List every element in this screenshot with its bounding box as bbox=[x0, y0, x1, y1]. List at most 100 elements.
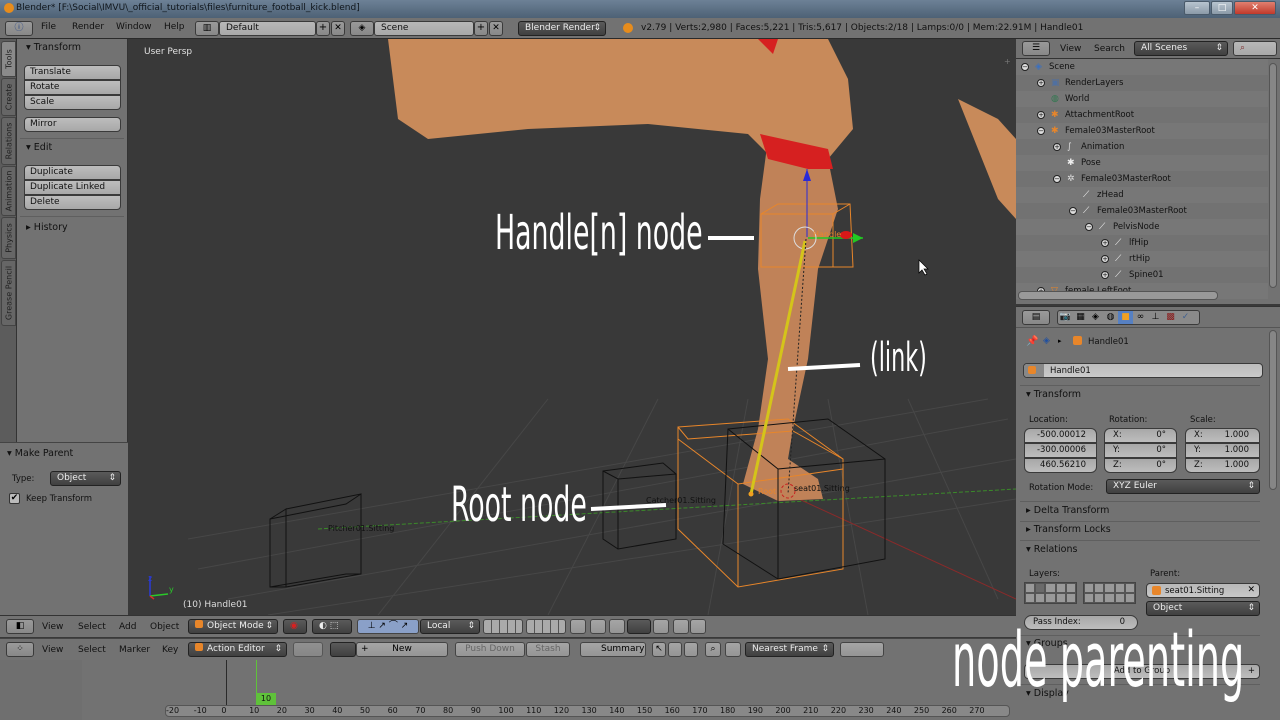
frame-ruler[interactable]: -20 -10 0 10 20 30 40 50 60 70 80 90 100 110 120 130 140… bbox=[165, 705, 1010, 717]
keep-transform-checkbox[interactable]: ✔ bbox=[9, 493, 20, 504]
pivot-point-select[interactable]: ◐ ⬚ bbox=[312, 619, 352, 634]
collapse-icon[interactable]: − bbox=[1053, 175, 1061, 183]
maximize-button[interactable]: □ bbox=[1211, 1, 1233, 15]
outliner-row[interactable]: + ⟋ lfHip bbox=[1016, 235, 1268, 251]
screen-layout-browse[interactable]: ▥ bbox=[195, 21, 219, 36]
proportional-edit-button[interactable] bbox=[590, 619, 606, 634]
menu-file[interactable]: File bbox=[41, 22, 56, 32]
parent-type-select[interactable]: Object ⇕ bbox=[50, 471, 121, 486]
action-menu-view[interactable]: View bbox=[42, 645, 63, 655]
only-selected-button[interactable]: ↖ bbox=[652, 642, 666, 657]
location-y-field[interactable]: -300.00006 bbox=[1024, 443, 1097, 458]
outliner-search-input[interactable]: ⌕ bbox=[1233, 41, 1277, 56]
outliner-row[interactable]: − ✱ Female03MasterRoot bbox=[1016, 123, 1268, 139]
relations-header[interactable]: ▾ Relations bbox=[1026, 544, 1077, 555]
layers-selector-1[interactable] bbox=[483, 619, 523, 634]
editor-type-info-button[interactable]: ⓘ bbox=[5, 21, 33, 36]
render-preview-button[interactable] bbox=[673, 619, 689, 634]
layers-grid-left[interactable] bbox=[1024, 582, 1077, 604]
screen-layout-field[interactable]: Default bbox=[219, 21, 316, 36]
mode-select[interactable]: Object Mode ⇕ bbox=[188, 619, 278, 634]
outliner-row[interactable]: + ✱ AttachmentRoot bbox=[1016, 107, 1268, 123]
expand-icon[interactable]: + bbox=[1101, 239, 1109, 247]
action-menu-marker[interactable]: Marker bbox=[119, 645, 150, 655]
action-menu-key[interactable]: Key bbox=[162, 645, 178, 655]
collapse-icon[interactable]: − bbox=[1037, 127, 1045, 135]
only-errors-button[interactable] bbox=[684, 642, 698, 657]
delete-button[interactable]: Delete bbox=[24, 195, 121, 210]
scale-button[interactable]: Scale bbox=[24, 95, 121, 110]
tab-grease-pencil[interactable]: Grease Pencil bbox=[1, 260, 16, 326]
auto-snap-select[interactable]: Nearest Frame ⇕ bbox=[745, 642, 834, 657]
location-x-field[interactable]: -500.00012 bbox=[1024, 428, 1097, 443]
menu-window[interactable]: Window bbox=[116, 22, 152, 32]
render-engine-select[interactable]: Blender Render ⇕ bbox=[518, 21, 606, 36]
viewport-shading-select[interactable]: ◉ bbox=[283, 619, 307, 634]
menu-render[interactable]: Render bbox=[72, 22, 104, 32]
object-browse-button[interactable] bbox=[1024, 364, 1044, 377]
rotate-button[interactable]: Rotate bbox=[24, 80, 121, 95]
layer-toggle[interactable] bbox=[1035, 583, 1046, 593]
expand-icon[interactable]: + bbox=[1101, 255, 1109, 263]
expand-icon[interactable]: + bbox=[1037, 111, 1045, 119]
rotation-y-field[interactable]: Y: 0° bbox=[1104, 443, 1177, 458]
outliner-row[interactable]: − ✲ Female03MasterRoot bbox=[1016, 171, 1268, 187]
constraints-tab-icon[interactable]: ∞ bbox=[1133, 311, 1148, 324]
layer-toggle[interactable] bbox=[1065, 583, 1076, 593]
texture-tab-icon[interactable]: ▩ bbox=[1163, 311, 1178, 324]
close-button[interactable]: ✕ bbox=[1234, 1, 1276, 15]
filter-search-button[interactable]: ⌕ bbox=[705, 642, 721, 657]
history-panel-header[interactable]: ▸ History bbox=[26, 222, 68, 233]
add-scene-button[interactable]: + bbox=[474, 21, 488, 36]
mirror-button[interactable]: Mirror bbox=[24, 117, 121, 132]
layer-toggle[interactable] bbox=[1035, 593, 1046, 603]
physics-tab-icon[interactable]: ✓ bbox=[1178, 311, 1193, 324]
scene-field[interactable]: Scene bbox=[374, 21, 474, 36]
layer-toggle[interactable] bbox=[1045, 593, 1056, 603]
world-tab-icon[interactable]: ◍ bbox=[1103, 311, 1118, 324]
layer-toggle[interactable] bbox=[1065, 593, 1076, 603]
3d-viewport[interactable]: User Persp Pitcher01.Sitting Catcher01.S… bbox=[128, 39, 1016, 615]
menu-help[interactable]: Help bbox=[164, 22, 185, 32]
scale-z-field[interactable]: Z: 1.000 bbox=[1185, 458, 1260, 473]
show-hidden-button[interactable] bbox=[668, 642, 682, 657]
layer-toggle[interactable] bbox=[1084, 593, 1095, 603]
minimize-button[interactable]: – bbox=[1184, 1, 1210, 15]
snap-target-button[interactable] bbox=[653, 619, 669, 634]
summary-toggle[interactable]: Summary bbox=[580, 642, 646, 657]
rotation-z-field[interactable]: Z: 0° bbox=[1104, 458, 1177, 473]
tab-animation[interactable]: Animation bbox=[1, 166, 16, 216]
manipulator-toggles[interactable]: ⊥ ↗ ⌒ ↗ bbox=[357, 619, 419, 634]
outliner-row[interactable]: − ⟋ PelvisNode bbox=[1016, 219, 1268, 235]
layers-selector-2[interactable] bbox=[526, 619, 566, 634]
rotation-mode-select[interactable]: XYZ Euler ⇕ bbox=[1106, 479, 1260, 494]
remove-layout-button[interactable]: ✕ bbox=[331, 21, 345, 36]
current-frame-indicator[interactable]: 10 bbox=[256, 693, 276, 705]
layer-toggle[interactable] bbox=[1025, 583, 1036, 593]
outliner-row[interactable]: − ⟋ Female03MasterRoot bbox=[1016, 203, 1268, 219]
tab-relations[interactable]: Relations bbox=[1, 117, 16, 165]
action-menu-select[interactable]: Select bbox=[78, 645, 106, 655]
filter-by-type-button[interactable] bbox=[725, 642, 741, 657]
layer-toggle[interactable] bbox=[1094, 583, 1105, 593]
duplicate-button[interactable]: Duplicate bbox=[24, 165, 121, 180]
layer-toggle[interactable] bbox=[1094, 593, 1105, 603]
scene-tab-icon[interactable]: ◈ bbox=[1088, 311, 1103, 324]
outliner-filter-select[interactable]: All Scenes ⇕ bbox=[1134, 41, 1228, 56]
tab-tools[interactable]: Tools bbox=[1, 41, 16, 77]
pin-icon[interactable]: 📌 bbox=[1026, 336, 1038, 347]
outliner-row[interactable]: + ▣ RenderLayers bbox=[1016, 75, 1268, 91]
rotation-x-field[interactable]: X: 0° bbox=[1104, 428, 1177, 443]
outliner-row[interactable]: ⟋ zHead bbox=[1016, 187, 1268, 203]
parent-type-select[interactable]: Object ⇕ bbox=[1146, 601, 1260, 616]
outliner-menu-search[interactable]: Search bbox=[1094, 44, 1125, 54]
outliner-row[interactable]: + ∫ Animation bbox=[1016, 139, 1268, 155]
layer-toggle[interactable] bbox=[1084, 583, 1095, 593]
make-parent-header[interactable]: ▾ Make Parent bbox=[7, 448, 73, 459]
properties-editor-type-button[interactable]: ▤ bbox=[1022, 310, 1050, 325]
scale-y-field[interactable]: Y: 1.000 bbox=[1185, 443, 1260, 458]
copy-paste-keyframes-buttons[interactable] bbox=[840, 642, 884, 657]
collapse-icon[interactable]: − bbox=[1021, 63, 1029, 71]
3d-menu-object[interactable]: Object bbox=[150, 622, 179, 632]
object-name-field[interactable]: Handle01 bbox=[1023, 363, 1263, 378]
